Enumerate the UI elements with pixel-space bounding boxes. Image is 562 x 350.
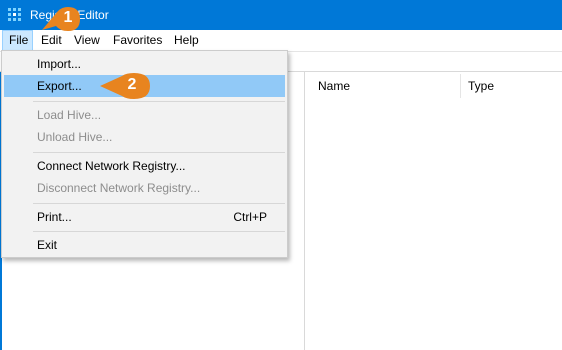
menu-separator bbox=[33, 101, 285, 102]
list-view[interactable]: Name Type bbox=[310, 72, 562, 350]
menu-favorites[interactable]: Favorites bbox=[106, 30, 169, 51]
print-shortcut: Ctrl+P bbox=[233, 210, 267, 224]
menu-item-disconnect-network-registry[interactable]: Disconnect Network Registry... bbox=[4, 177, 285, 199]
menu-separator bbox=[33, 231, 285, 232]
step-1-callout: 1 bbox=[40, 4, 82, 34]
menu-item-print[interactable]: Print... Ctrl+P bbox=[4, 206, 285, 228]
menu-item-load-hive[interactable]: Load Hive... bbox=[4, 104, 285, 126]
menu-item-exit[interactable]: Exit bbox=[4, 234, 285, 256]
menu-separator bbox=[33, 203, 285, 204]
menu-item-print-label: Print... bbox=[37, 210, 72, 224]
menu-file[interactable]: File bbox=[2, 30, 33, 51]
step-2-number: 2 bbox=[127, 76, 137, 93]
menu-help[interactable]: Help bbox=[167, 30, 206, 51]
menu-bar: File Edit View Favorites Help bbox=[0, 30, 562, 52]
column-header-type[interactable]: Type bbox=[460, 72, 562, 100]
regedit-icon bbox=[8, 8, 22, 22]
step-1-number: 1 bbox=[63, 9, 73, 26]
menu-item-connect-network-registry[interactable]: Connect Network Registry... bbox=[4, 155, 285, 177]
column-header-name[interactable]: Name bbox=[310, 72, 460, 100]
step-2-callout: 2 bbox=[100, 71, 152, 101]
title-bar: Registry Editor bbox=[0, 0, 562, 30]
menu-item-unload-hive[interactable]: Unload Hive... bbox=[4, 126, 285, 148]
menu-separator bbox=[33, 152, 285, 153]
